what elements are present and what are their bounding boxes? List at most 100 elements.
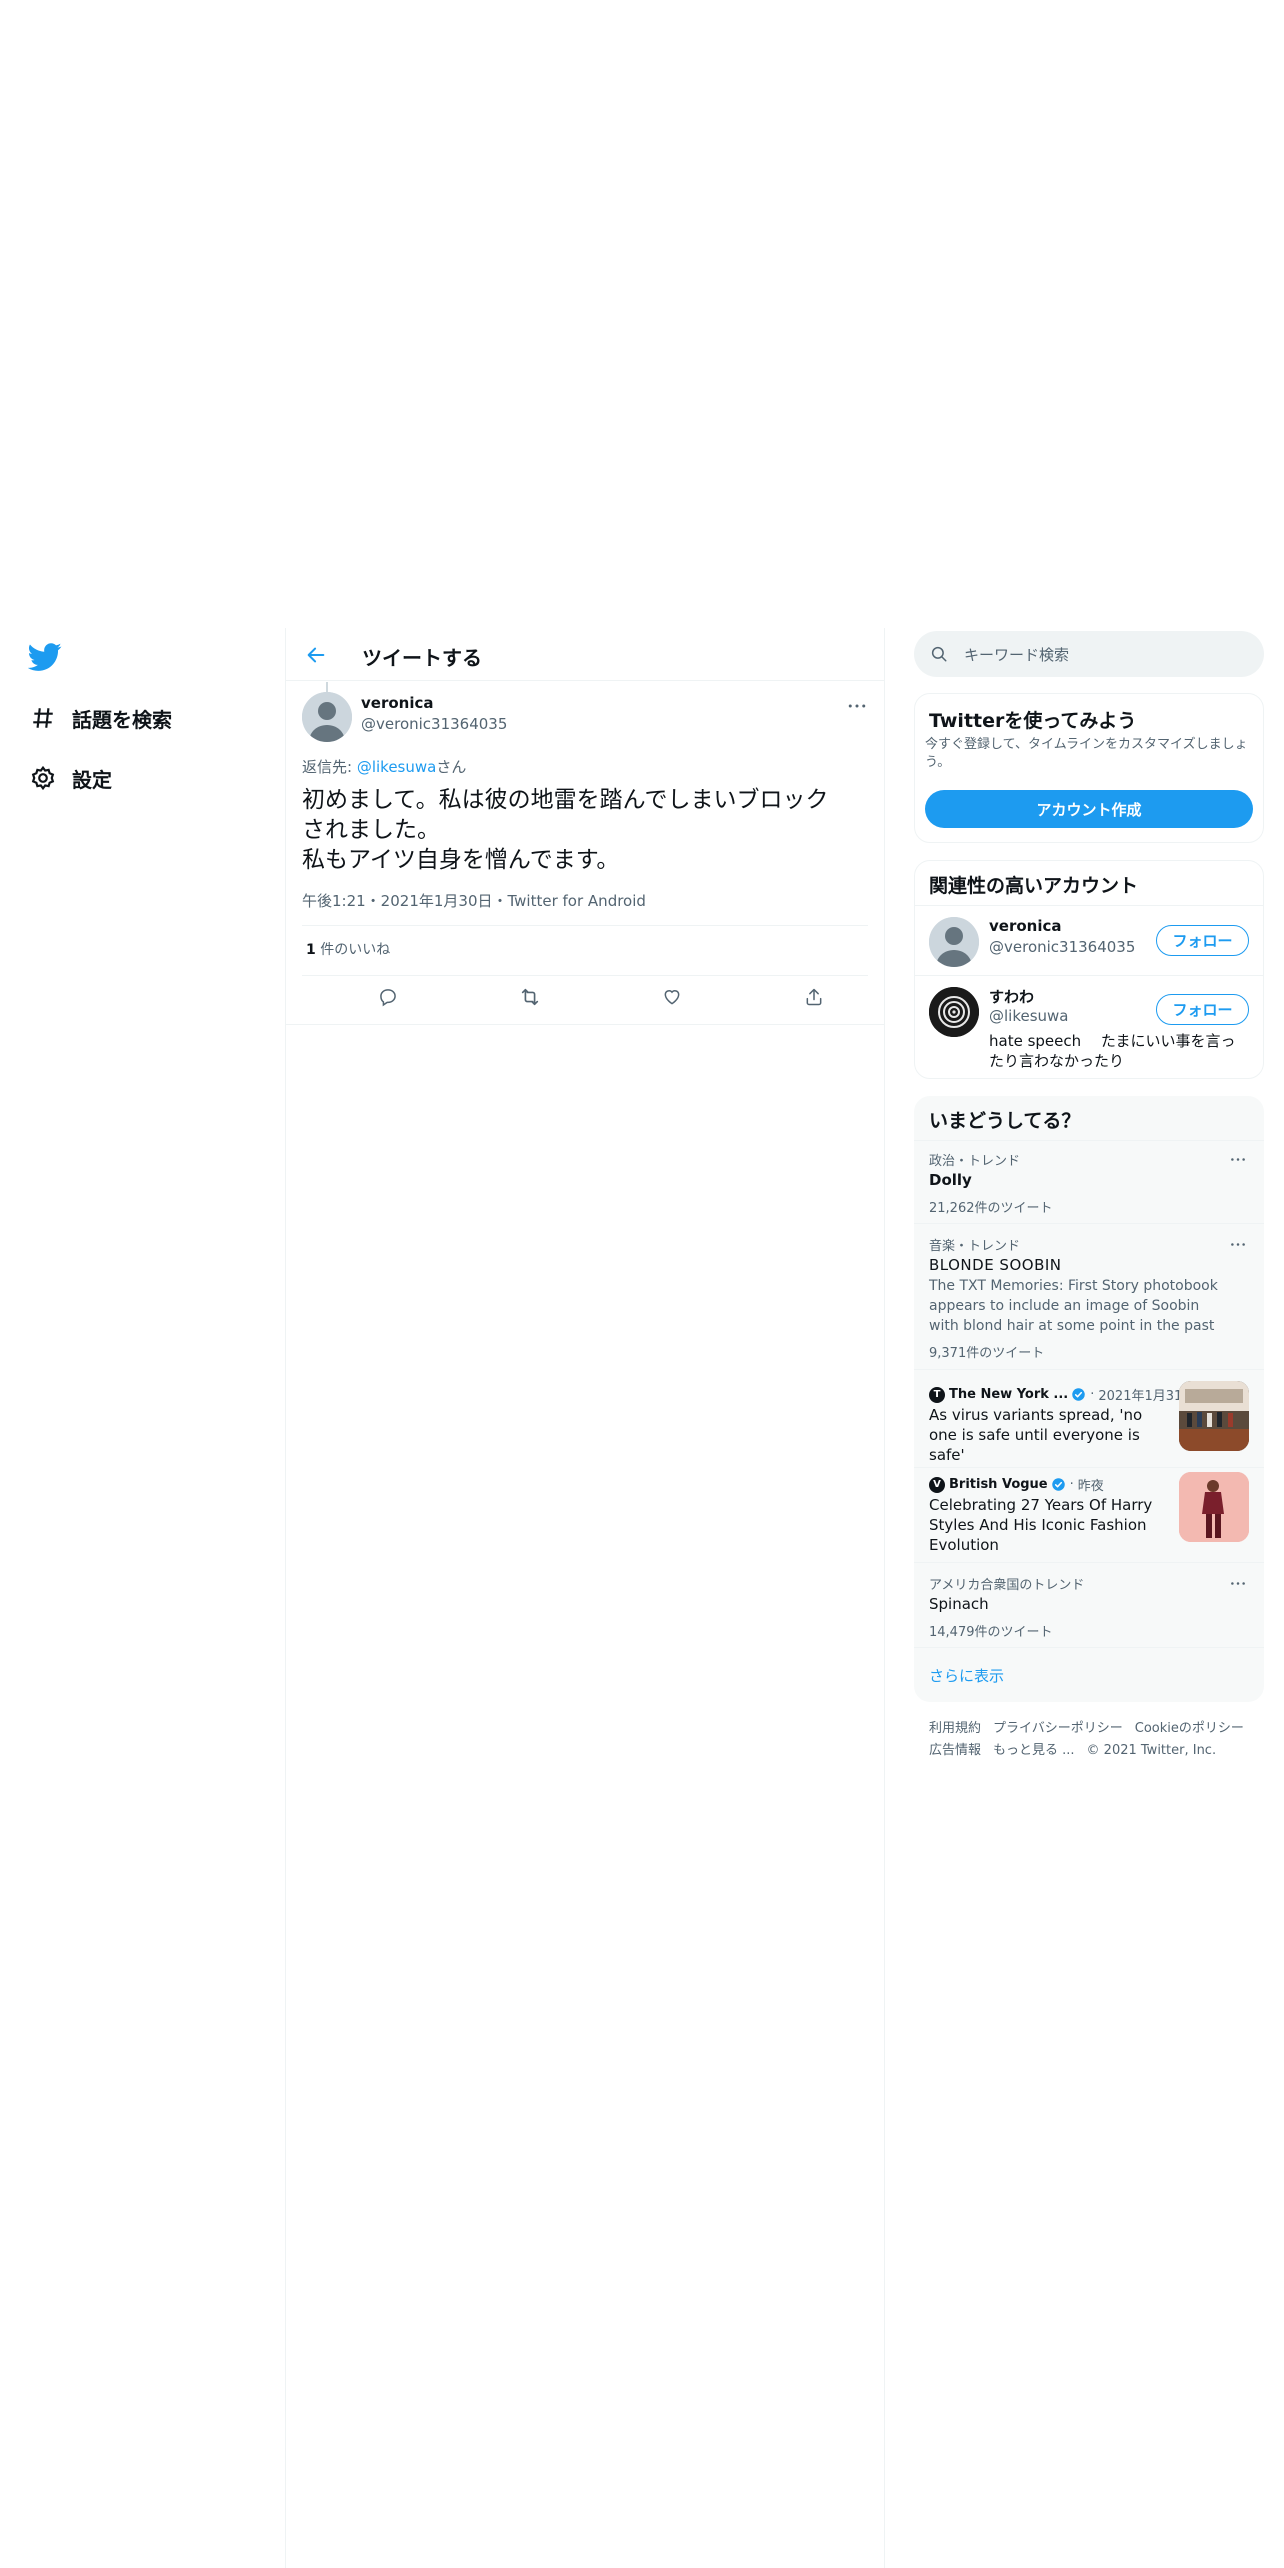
nav-item-explore[interactable]: 話題を検索 [28,698,172,738]
news-title: As virus variants spread, 'no one is saf… [929,1406,1143,1464]
footer-link[interactable]: 利用規約 [929,1721,981,1736]
verified-badge-icon [1072,1388,1085,1401]
footer-line: 利用規約 プライバシーポリシー Cookieのポリシー [929,1718,1259,1740]
likes-number: 1 [306,942,316,958]
more-options-icon[interactable] [1226,1150,1250,1168]
news-source-name: The New York ... [949,1387,1069,1402]
follow-button[interactable]: フォロー [1156,994,1249,1025]
trend-count: 21,262件のツイート [929,1201,1053,1216]
search-icon [930,643,952,665]
footer-link[interactable]: Cookieのポリシー [1135,1721,1244,1736]
tweet-timestamp[interactable]: 午後1:21・2021年1月30日・Twitter for Android [302,890,646,911]
follow-button[interactable]: フォロー [1156,925,1249,956]
footer-more-link[interactable]: もっと見る ... [993,1743,1075,1758]
account-handle[interactable]: @veronic31364035 [989,938,1135,956]
relevant-title: 関連性の高いアカウント [929,875,1139,897]
avatar[interactable] [929,987,979,1037]
news-source: T The New York ... · 2021年1月31日 [929,1385,1195,1404]
signup-subtitle: 今すぐ登録して、タイムラインをカスタマイズしましょう。 [925,737,1248,770]
divider [914,1223,1264,1224]
vogue-logo-icon: V [929,1476,945,1493]
reply-suffix: さん [436,758,467,776]
main-column: ツイートする veronica @veronic31364035 返信先: @l… [285,628,885,2568]
verified-badge-icon [1051,1478,1065,1491]
nav-item-settings[interactable]: 設定 [28,758,112,798]
tweet-actions [302,972,868,1020]
signup-card: Twitterを使ってみよう 今すぐ登録して、タイムラインをカスタマイズしましょ… [914,693,1264,843]
divider [914,1140,1264,1141]
signup-title: Twitterを使ってみよう [929,710,1137,732]
divider [302,925,868,926]
reply-prefix: 返信先: [302,758,357,776]
hashtag-icon [28,703,58,733]
more-options-icon[interactable] [1226,1235,1250,1253]
search-placeholder: キーワード検索 [964,645,1070,664]
twitter-bird-icon[interactable] [27,640,62,674]
share-icon[interactable] [797,980,831,1014]
search-input[interactable]: キーワード検索 [914,631,1264,677]
reply-target-link[interactable]: @likesuwa [357,758,437,776]
account-bio: hate speech たまにいい事を言ったり言わなかったり [989,1032,1236,1070]
trend-category: 政治・トレンド [929,1154,1021,1169]
tweet-bottom-divider [286,1024,884,1025]
show-more-link[interactable]: さらに表示 [929,1665,1004,1686]
avatar[interactable] [929,917,979,967]
like-heart-icon[interactable] [655,980,689,1014]
divider [914,1369,1264,1370]
divider [914,1647,1264,1648]
nav-item-label: 話題を検索 [72,707,172,732]
separator-dot: · [1090,1387,1095,1402]
footer-link[interactable]: 広告情報 [929,1743,981,1758]
news-thumbnail [1179,1472,1249,1542]
news-time: 昨夜 [1077,1479,1104,1494]
tweet-author-handle[interactable]: @veronic31364035 [361,715,507,733]
trend-name: Dolly [929,1171,972,1189]
more-options-icon[interactable] [1226,1574,1250,1592]
trend-name: Spinach [929,1595,989,1613]
divider [914,1562,1264,1563]
trends-title: いまどうしてる？ [929,1110,1081,1132]
footer-line: 広告情報 もっと見る ... © 2021 Twitter, Inc. [929,1740,1259,1762]
sidebar-footer: 利用規約 プライバシーポリシー Cookieのポリシー 広告情報 もっと見る ... ©… [929,1718,1259,1762]
create-account-button[interactable]: アカウント作成 [925,790,1253,828]
main-header: ツイートする [286,628,884,681]
relevant-accounts-card: 関連性の高いアカウント veronica @veronic31364035 フォ… [914,860,1264,1079]
likes-label: 件のいいね [315,942,391,958]
divider [915,905,1263,906]
tweet-author-name[interactable]: veronica [361,694,434,712]
trend-count: 14,479件のツイート [929,1625,1053,1640]
nav-item-label: 設定 [72,767,112,792]
news-source: V British Vogue · 昨夜 [929,1475,1104,1494]
left-nav: 話題を検索 設定 [0,628,285,2568]
tweet-text: 初めまして。私は彼の地雷を踏んでしまいブロック されました。 私もアイツ自身を憎… [302,787,829,873]
retweet-icon[interactable] [513,980,547,1014]
avatar[interactable] [302,692,352,742]
divider [915,975,1263,976]
separator-dot: · [1069,1477,1074,1492]
news-title: Celebrating 27 Years Of Harry Styles And… [929,1496,1153,1554]
reply-icon[interactable] [371,980,405,1014]
trend-category: 音楽・トレンド [929,1239,1021,1254]
account-handle[interactable]: @likesuwa [989,1007,1069,1025]
thread-connector-line [326,682,328,692]
account-name[interactable]: veronica [989,917,1062,935]
trend-description: The TXT Memories: First Story photobook … [929,1278,1218,1334]
likes-count[interactable]: 1 件のいいね [306,939,390,959]
gear-icon [28,763,58,793]
account-name[interactable]: すわわ [989,986,1034,1007]
reply-to-line: 返信先: @likesuwaさん [302,756,466,777]
trend-count: 9,371件のツイート [929,1346,1045,1361]
footer-link[interactable]: プライバシーポリシー [993,1721,1123,1736]
trend-name: BLONDE SOOBIN [929,1256,1062,1274]
more-options-icon[interactable] [842,694,872,718]
page: 話題を検索 設定 ツイートする veronica @veronic3136403… [0,0,1284,2568]
news-thumbnail [1179,1381,1249,1451]
copyright: © 2021 Twitter, Inc. [1086,1743,1217,1758]
trend-category: アメリカ合衆国のトレンド [929,1578,1085,1593]
nyt-logo-icon: T [929,1386,945,1403]
page-title: ツイートする [362,646,482,670]
back-arrow-icon[interactable] [300,639,332,671]
news-source-name: British Vogue [949,1477,1048,1492]
trends-card: いまどうしてる？ 政治・トレンド Dolly 21,262件のツイート 音楽・ト… [914,1096,1264,1702]
divider [914,1467,1264,1468]
